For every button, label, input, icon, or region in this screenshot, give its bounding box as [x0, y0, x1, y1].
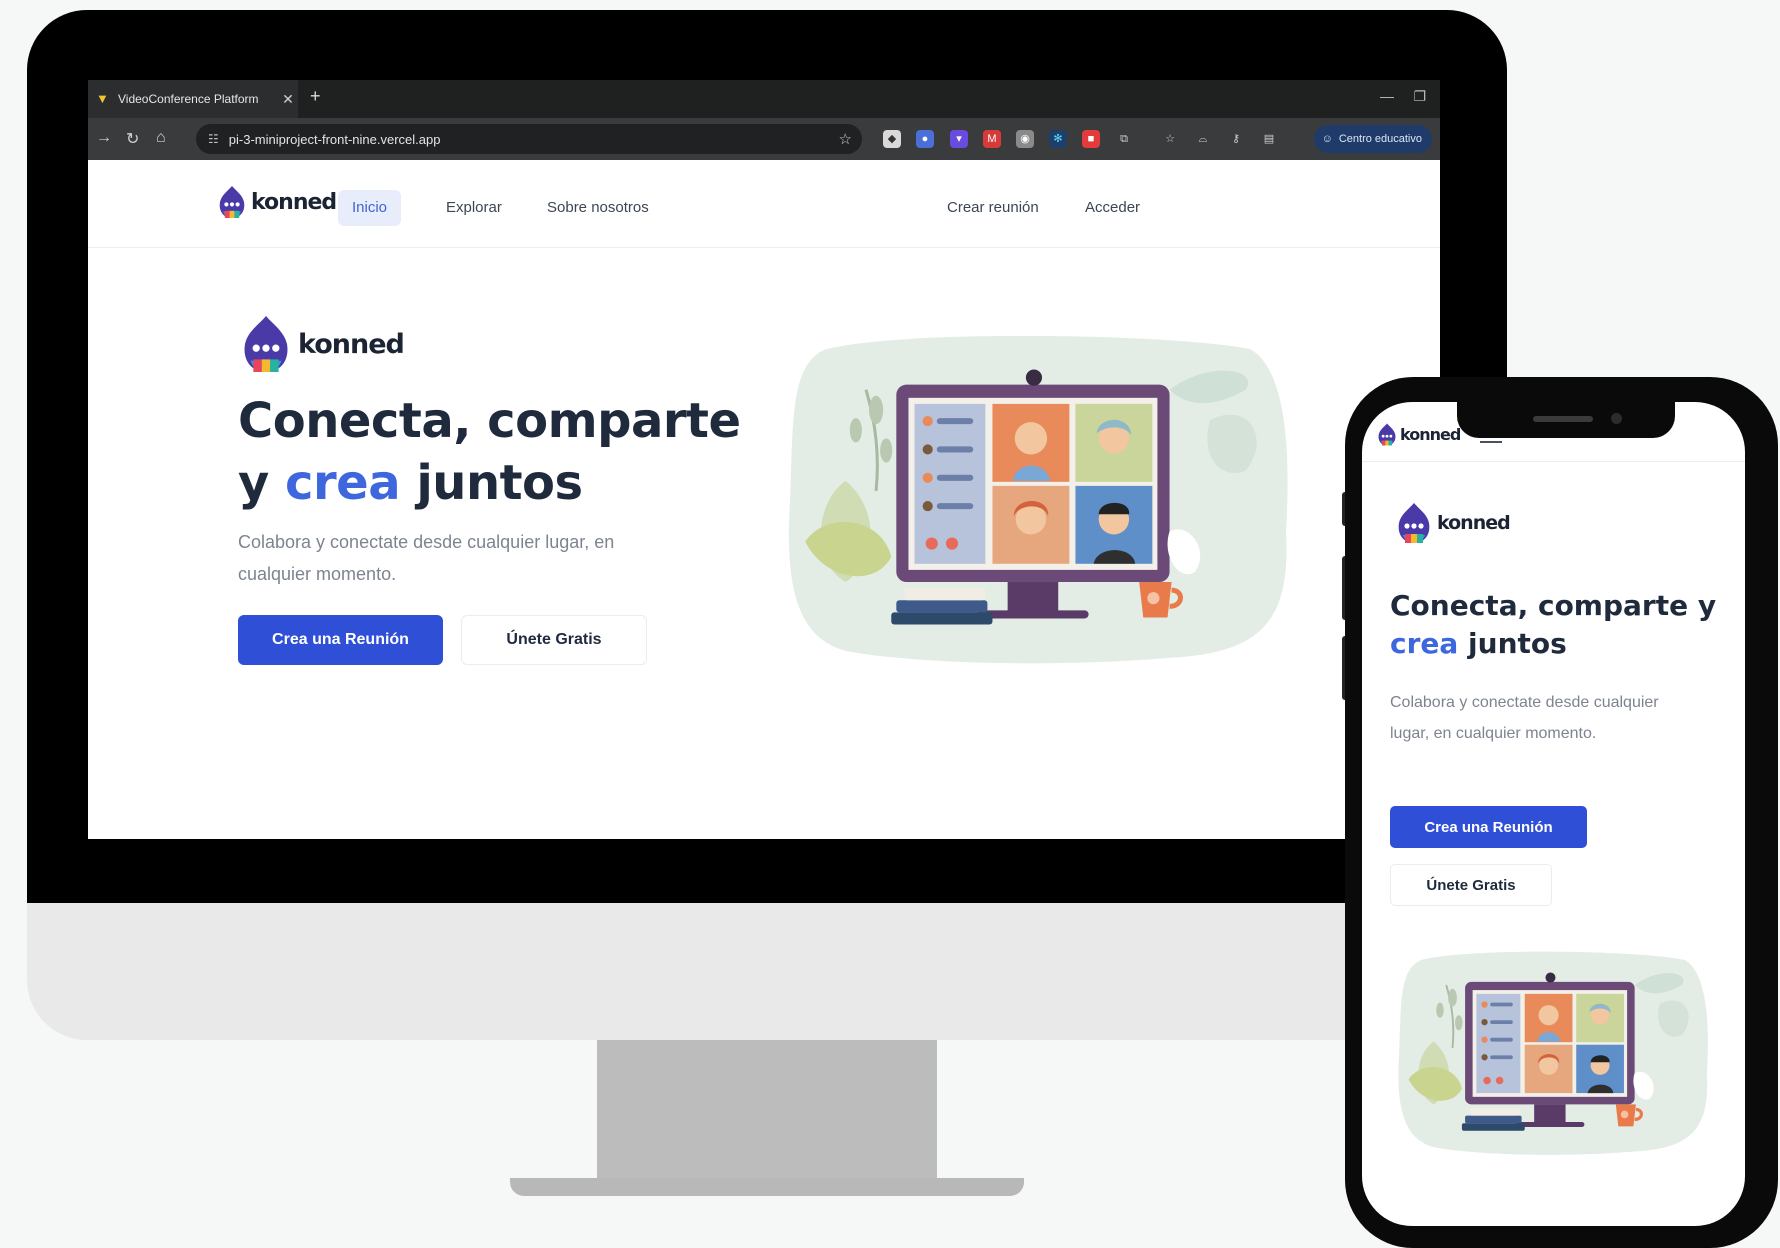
minimize-icon[interactable]: — [1380, 88, 1394, 104]
new-tab-plus-icon[interactable]: + [310, 86, 321, 107]
profile-avatar-icon: ☺ [1321, 133, 1333, 145]
react-devtools-icon[interactable]: ✻ [1049, 130, 1067, 148]
hero-logo: konned [238, 312, 405, 376]
nav-link-inicio[interactable]: Inicio [338, 190, 402, 226]
site-settings-icon[interactable]: ☷ [208, 132, 219, 146]
camera-extension-icon[interactable]: ◉ [1016, 130, 1034, 148]
mobile-create-meeting-button[interactable]: Crea una Reunión [1390, 806, 1587, 848]
vite-favicon-icon: ▼ [96, 91, 109, 106]
phone-notch [1457, 402, 1675, 438]
hero-title-end: juntos [416, 455, 583, 511]
mobile-hero-subtitle: Colabora y conectate desde cualquier lug… [1390, 694, 1659, 742]
mobile-hero-brand: konned [1437, 512, 1511, 534]
password-key-icon[interactable]: ⚷ [1227, 130, 1245, 148]
hero-brand-text: konned [298, 328, 405, 360]
incognito-icon[interactable]: ⌓ [1194, 130, 1212, 148]
mobile-title-accent: crea [1390, 627, 1459, 660]
hero-title-line2: y crea juntos [238, 452, 741, 514]
restore-window-icon[interactable]: ❐ [1413, 88, 1426, 105]
mobile-title-line2: crea juntos [1390, 625, 1716, 663]
mobile-video-conference-illustration [1396, 947, 1710, 1155]
mobile-hero-title: Conecta, comparte y crea juntos [1390, 587, 1716, 663]
hero-subtitle: Colabora y conectate desde cualquier lug… [238, 532, 615, 584]
mobile-title-end: juntos [1468, 627, 1567, 660]
pocket-extension-icon[interactable]: ▾ [950, 130, 968, 148]
record-extension-icon[interactable]: ■ [1082, 130, 1100, 148]
reload-icon[interactable]: ↻ [126, 129, 139, 149]
hero-title-accent: crea [285, 455, 401, 511]
create-meeting-button[interactable]: Crea una Reunión [238, 615, 443, 665]
browser-tab-bar: ▼ VideoConference Platform ✕ + — ❐ [88, 80, 1440, 118]
hero-title: Conecta, comparte y crea juntos [238, 390, 741, 514]
mobile-navbar-brand: konned [1400, 425, 1461, 444]
nav-link-crear-reunion[interactable]: Crear reunión [933, 190, 1053, 226]
konned-logo-icon [1394, 500, 1434, 546]
teams-extension-icon[interactable]: ● [916, 130, 934, 148]
phone-camera [1611, 413, 1622, 424]
konned-logo-icon [1376, 422, 1398, 447]
mobile-phone: konned konned Conecta, comparte y crea j… [1345, 377, 1778, 1248]
mobile-hero-logo: konned [1394, 500, 1511, 546]
profile-chip[interactable]: ☺ Centro educativo [1313, 125, 1432, 153]
monitor-stand-neck [597, 1040, 937, 1180]
navbar-logo[interactable]: konned [216, 184, 337, 220]
site-navbar: konned Inicio Explorar Sobre nosotros Cr… [88, 160, 1440, 248]
extensions-icon[interactable]: ⧉ [1115, 130, 1133, 148]
reading-list-icon[interactable]: ▤ [1260, 130, 1278, 148]
close-icon[interactable]: ✕ [278, 91, 298, 108]
konned-logo-icon [238, 312, 294, 376]
mobile-screen: konned konned Conecta, comparte y crea j… [1362, 402, 1745, 1226]
shield-extension-icon[interactable]: ◆ [883, 130, 901, 148]
bookmarks-icon[interactable]: ☆ [1161, 130, 1179, 148]
join-free-button[interactable]: Únete Gratis [461, 615, 647, 665]
mobile-navbar-logo[interactable]: konned [1376, 422, 1461, 447]
mobile-title-line1: Conecta, comparte y [1390, 589, 1717, 622]
phone-speaker [1533, 416, 1593, 422]
web-page: konned Inicio Explorar Sobre nosotros Cr… [88, 160, 1440, 839]
browser-tab[interactable]: ▼ VideoConference Platform ✕ [88, 80, 298, 118]
mobile-join-free-button[interactable]: Únete Gratis [1390, 864, 1552, 906]
navbar-brand-text: konned [251, 189, 337, 215]
url-text: pi-3-miniproject-front-nine.vercel.app [228, 131, 441, 147]
video-conference-illustration [785, 328, 1291, 664]
tab-title: VideoConference Platform [118, 92, 259, 106]
browser-toolbar: → ↻ ⌂ ☷ pi-3-miniproject-front-nine.verc… [88, 118, 1440, 160]
hero-title-y: y [238, 455, 269, 511]
bookmark-star-icon[interactable]: ☆ [839, 130, 852, 148]
home-icon[interactable]: ⌂ [156, 129, 166, 147]
profile-chip-label: Centro educativo [1338, 133, 1422, 145]
hero-title-line1: Conecta, comparte [238, 393, 741, 449]
back-icon[interactable]: → [96, 129, 112, 147]
monitor-stand-base [510, 1178, 1024, 1196]
mail-extension-icon[interactable]: M [983, 130, 1001, 148]
desktop-monitor: ▼ VideoConference Platform ✕ + — ❐ → ↻ ⌂… [27, 10, 1507, 1040]
nav-link-sobre-nosotros[interactable]: Sobre nosotros [533, 190, 663, 226]
nav-link-explorar[interactable]: Explorar [432, 190, 516, 226]
nav-link-acceder[interactable]: Acceder [1071, 190, 1154, 226]
address-bar[interactable]: ☷ pi-3-miniproject-front-nine.vercel.app… [196, 124, 862, 154]
konned-logo-icon [216, 184, 248, 220]
desktop-screen: ▼ VideoConference Platform ✕ + — ❐ → ↻ ⌂… [88, 80, 1440, 839]
